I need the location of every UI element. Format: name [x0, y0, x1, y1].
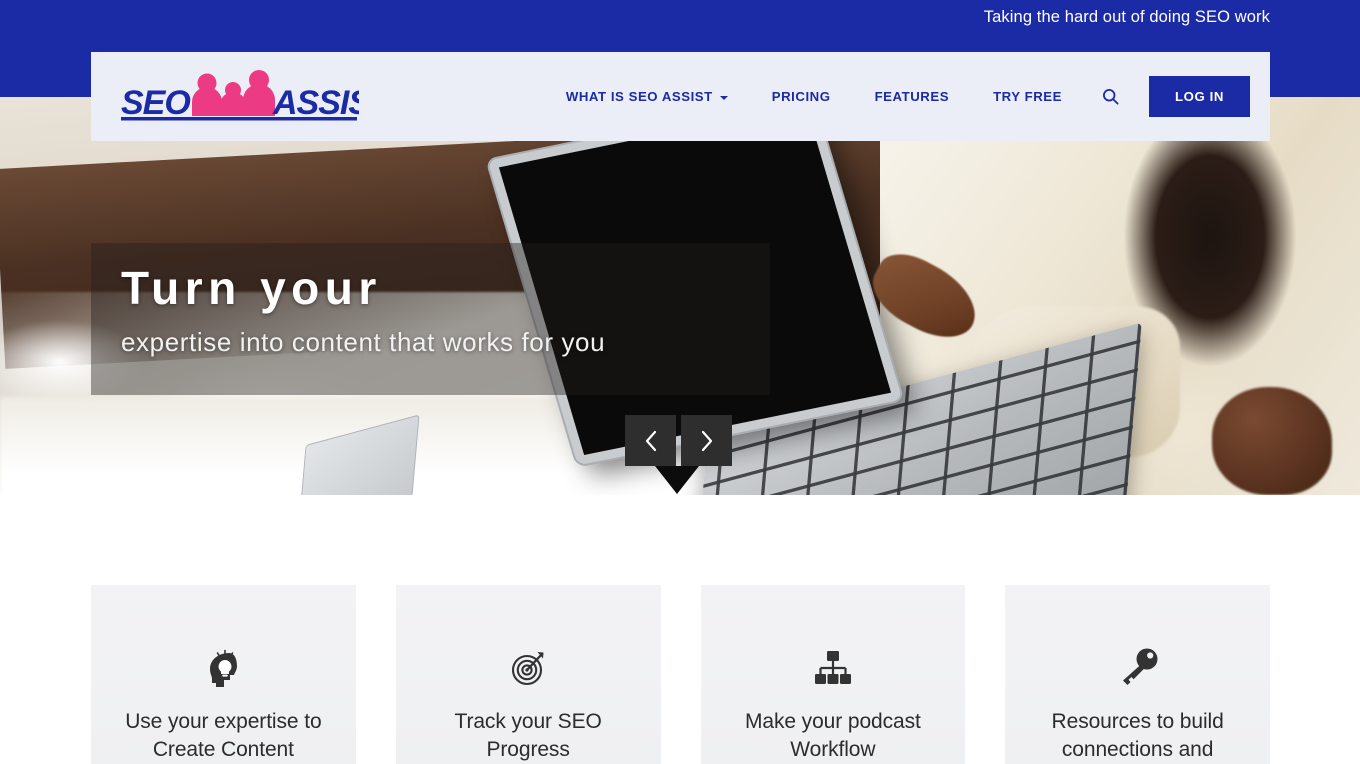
nav-item-what-is-seo-assist[interactable]: WHAT IS SEO ASSIST — [544, 89, 750, 104]
login-button[interactable]: LOG IN — [1148, 76, 1250, 117]
feature-card-title: Resources to build connections and — [1051, 709, 1224, 761]
card-icon-wrap — [504, 643, 552, 694]
main-navigation-bar: SEO ASSIST WHAT IS SEO ASSIST PRICING FE… — [91, 52, 1270, 141]
carousel-next-button[interactable] — [681, 415, 732, 466]
nav-links: WHAT IS SEO ASSIST PRICING FEATURES TRY … — [544, 52, 1250, 141]
carousel-prev-button[interactable] — [625, 415, 676, 466]
chevron-left-icon — [645, 430, 656, 451]
site-logo[interactable]: SEO ASSIST — [121, 66, 359, 124]
feature-card-title: Make your podcast Workflow — [745, 709, 921, 761]
nav-item-label: TRY FREE — [993, 89, 1062, 104]
feature-card-podcast-workflow[interactable]: Make your podcast Workflow — [700, 585, 966, 764]
landing-page: Taking the hard out of doing SEO work Tu… — [0, 0, 1360, 764]
feature-card-title: Track your SEO Progress — [454, 709, 602, 761]
feature-card-create-content[interactable]: Use your expertise to Create Content — [91, 585, 356, 764]
nav-item-label: WHAT IS SEO ASSIST — [565, 89, 713, 104]
card-icon-wrap — [199, 643, 247, 694]
svg-text:ASSIST: ASSIST — [272, 84, 359, 122]
card-icon-wrap — [809, 643, 857, 694]
search-icon — [1102, 88, 1119, 105]
hero-subheadline: expertise into content that works for yo… — [121, 327, 606, 357]
hero-caption-panel: Turn your expertise into content that wo… — [91, 243, 770, 395]
nav-item-pricing[interactable]: PRICING — [750, 89, 853, 104]
target-dartboard-icon — [512, 652, 544, 686]
feature-card-resources[interactable]: Resources to build connections and — [1005, 585, 1270, 764]
chevron-down-icon — [719, 95, 728, 100]
nav-item-try-free[interactable]: TRY FREE — [971, 89, 1084, 104]
nav-item-label: PRICING — [771, 89, 831, 104]
nav-item-label: FEATURES — [874, 89, 950, 104]
tagline-text: Taking the hard out of doing SEO work — [983, 8, 1270, 26]
section-spacer — [0, 495, 1360, 585]
feature-card-track-progress[interactable]: Track your SEO Progress — [395, 585, 661, 764]
hero-headline: Turn your — [121, 262, 382, 314]
chevron-right-icon — [701, 430, 712, 451]
feature-card-title: Use your expertise to Create Content — [125, 709, 322, 761]
hero-hand — [1212, 387, 1332, 495]
search-button[interactable] — [1084, 88, 1137, 105]
key-icon — [1122, 648, 1158, 686]
head-lightbulb-icon — [210, 650, 238, 688]
svg-text:SEO: SEO — [121, 84, 190, 122]
card-icon-wrap — [1114, 643, 1162, 694]
nav-item-features[interactable]: FEATURES — [853, 89, 972, 104]
feature-cards-row: Use your expertise to Create Content Tra… — [91, 585, 1270, 764]
carousel-controls — [625, 415, 732, 466]
workflow-hierarchy-icon — [814, 651, 851, 685]
seo-assist-logo-icon: SEO ASSIST — [121, 70, 359, 122]
carousel-pointer-triangle — [655, 466, 699, 494]
